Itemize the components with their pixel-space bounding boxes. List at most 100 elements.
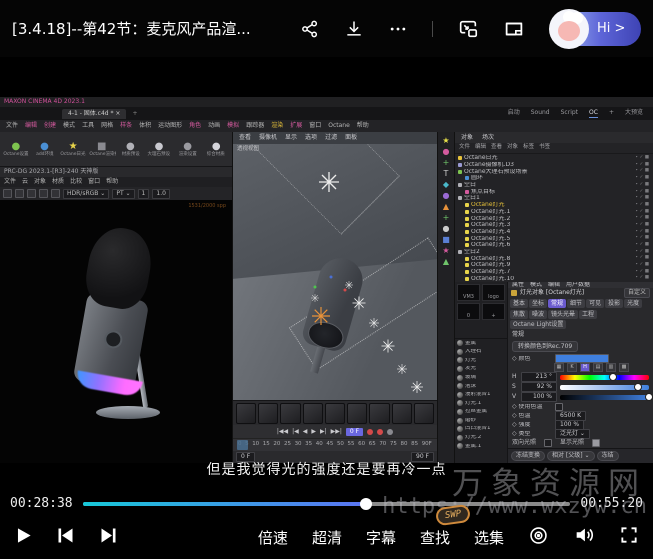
timeline-nav-icon: |◀◀ — [277, 429, 288, 435]
timeline-tick: 85 — [411, 442, 418, 448]
color-mode-button: ▩ — [619, 363, 629, 372]
right-lower-panels: VM3logo0+ 金属大理石灯光发光玻璃泡沫漫射混合1灯光.1拉丝金属磨砂凹凸… — [455, 282, 653, 463]
c4d-tool-strip: ★●+T◆●▲+●■★▲ — [437, 132, 454, 463]
c4d-menu-item: 扩展 — [290, 123, 302, 129]
material-row: 发光 — [455, 365, 507, 374]
lv-num1-field: 1 — [138, 189, 150, 199]
attribute-tab: 可见 — [586, 299, 604, 308]
attribute-tab: 焦散 — [510, 310, 528, 319]
player-text-button[interactable]: 选集 — [474, 527, 504, 548]
tool-strip-icon: ■ — [442, 236, 450, 244]
c4d-middle-column: 查看摄像机显示选项过滤面板 透视视图 — [232, 132, 437, 463]
fullscreen-icon[interactable] — [619, 525, 639, 549]
screencast-icon[interactable] — [528, 525, 549, 550]
account-pill-button[interactable]: Hi > — [551, 12, 641, 46]
material-row: 漫射混合1 — [455, 391, 507, 400]
timeline-tick: 80 — [401, 442, 408, 448]
video-title: [3.4.18]--第42节：麦克风产品渲... — [12, 18, 251, 39]
material-row: 灯光.1 — [455, 399, 507, 408]
attribute-tab: 噪波 — [529, 310, 547, 319]
object-manager-tab: 场次 — [482, 135, 494, 141]
c4d-toolbar-button: ●综合材质 — [202, 142, 230, 157]
property-row: ◇ 使用色温 — [508, 402, 653, 411]
object-manager-menu-item: 书签 — [539, 145, 550, 151]
picture-in-picture-icon[interactable] — [457, 18, 479, 40]
timeline-nav-icon: ▶▶| — [331, 429, 342, 435]
viewport-menu-item: 过滤 — [325, 135, 337, 141]
live-viewer-menu: 文件云对象材质比较窗口帮助 — [0, 177, 232, 187]
lv-format-select: HDR/sRGB ⌄ — [63, 189, 109, 199]
viewport-label: 透视视图 — [237, 147, 259, 153]
object-tree-row: Octane灯光.7∙ ✓ ■ — [455, 269, 653, 276]
c4d-workspace-tab: 启动 — [508, 110, 520, 118]
c4d-workspace-tab: Sound — [531, 110, 550, 118]
texture-item: 0 — [457, 303, 480, 320]
progress-thumb[interactable] — [360, 498, 372, 510]
timeline-tick: 15 — [263, 442, 270, 448]
timeline-tick: 60 — [358, 442, 365, 448]
tool-strip-icon: ▲ — [443, 203, 449, 211]
c4d-document-tabs: 4-1 - 固体.c4d * × + 启动SoundScriptOC+大预览 — [0, 107, 653, 120]
video-frame[interactable]: MAXON CINEMA 4D 2023.1 4-1 - 固体.c4d * × … — [0, 57, 653, 492]
axis-gizmo-dot — [313, 286, 316, 289]
light-gizmo-icon — [312, 307, 330, 325]
light-gizmo-icon — [311, 294, 319, 302]
volume-icon[interactable] — [573, 524, 595, 550]
c4d-menu-item: 网格 — [101, 123, 113, 129]
viewport-mic-stem — [311, 346, 326, 373]
c4d-menu-item: 运动图形 — [158, 123, 182, 129]
c4d-menu-bar: 文件编辑创建模式工具网格样条体积运动图形角色动画模拟跟踪器渲染扩展窗口Octan… — [0, 120, 653, 132]
object-tree-row: Octane灯光.4∙ ✓ ■ — [455, 229, 653, 236]
header-divider — [432, 21, 433, 37]
color-mode-button: ▦ — [554, 363, 564, 372]
live-viewer-menu-item: 文件 — [4, 179, 16, 185]
perspective-viewport: 透视视图 — [233, 144, 437, 400]
video-player-app: [3.4.18]--第42节：麦克风产品渲... Hi > MAXON CINE… — [0, 0, 653, 559]
c4d-menu-item: 窗口 — [309, 123, 321, 129]
lv-tool-icon — [51, 189, 60, 198]
c4d-menu-item: 文件 — [6, 123, 18, 129]
share-icon[interactable] — [300, 19, 320, 39]
object-manager-menu-item: 查看 — [491, 145, 502, 151]
more-icon[interactable] — [388, 19, 408, 39]
timeline-tick: 35 — [305, 442, 312, 448]
object-manager-menu: 文件编辑查看对象标签书签 — [455, 143, 653, 154]
material-thumbnail — [280, 403, 300, 424]
c4d-menu-item: 样条 — [120, 123, 132, 129]
object-tree-row: Octane灯光.10∙ ✓ ■ — [455, 275, 653, 282]
color-mode-button: H — [580, 363, 590, 372]
timeline-nav-icon: ▶ — [311, 429, 316, 435]
previous-episode-button[interactable] — [55, 525, 76, 550]
player-text-button[interactable]: 超清 — [312, 527, 342, 548]
c4d-doc-tab: 4-1 - 固体.c4d * × — [62, 109, 126, 119]
player-text-button[interactable]: 字幕 — [366, 527, 396, 548]
attribute-object-label: 灯光对象 [Octane灯光] — [520, 290, 584, 296]
lv-tool-icon — [15, 189, 24, 198]
color-mode-button: K — [567, 363, 577, 372]
player-text-button[interactable]: 查找 — [420, 527, 450, 548]
tool-strip-icon: ▲ — [443, 258, 449, 266]
attribute-tab: 光度 — [624, 299, 642, 308]
header-icons: Hi > — [300, 12, 641, 46]
object-manager-tabs: 对象场次 — [455, 132, 653, 143]
play-button[interactable] — [14, 526, 33, 549]
object-tree-row: Octane大理石预设场景∙ ✓ ■ — [455, 168, 653, 175]
tool-strip-icon: ● — [443, 148, 450, 156]
download-icon[interactable] — [344, 19, 364, 39]
timeline-tick: 45 — [326, 442, 333, 448]
object-tree: Octane日光∙ ✓ ■Octane摄像机.D3∙ ✓ ■Octane大理石预… — [455, 154, 653, 282]
light-gizmo-icon — [397, 364, 407, 374]
material-thumbnail — [392, 403, 412, 424]
material-row: 泡沫 — [455, 382, 507, 391]
theater-mode-icon[interactable] — [503, 18, 525, 40]
object-tree-row: 圆环∙ ✓ ■ — [455, 175, 653, 182]
player-text-button[interactable]: 倍速 — [258, 527, 288, 548]
next-episode-button[interactable] — [98, 525, 119, 550]
material-row: 拉丝金属 — [455, 408, 507, 417]
material-thumbnail — [414, 403, 434, 424]
timeline-tick: 65 — [369, 442, 376, 448]
player-text-buttons: 倍速 超清 字幕 查找 选集 — [258, 527, 504, 548]
viewport-menu-item: 选项 — [305, 135, 317, 141]
c4d-menu-item: Octane — [328, 123, 350, 129]
texture-browser: VM3logo0+ — [455, 282, 507, 339]
